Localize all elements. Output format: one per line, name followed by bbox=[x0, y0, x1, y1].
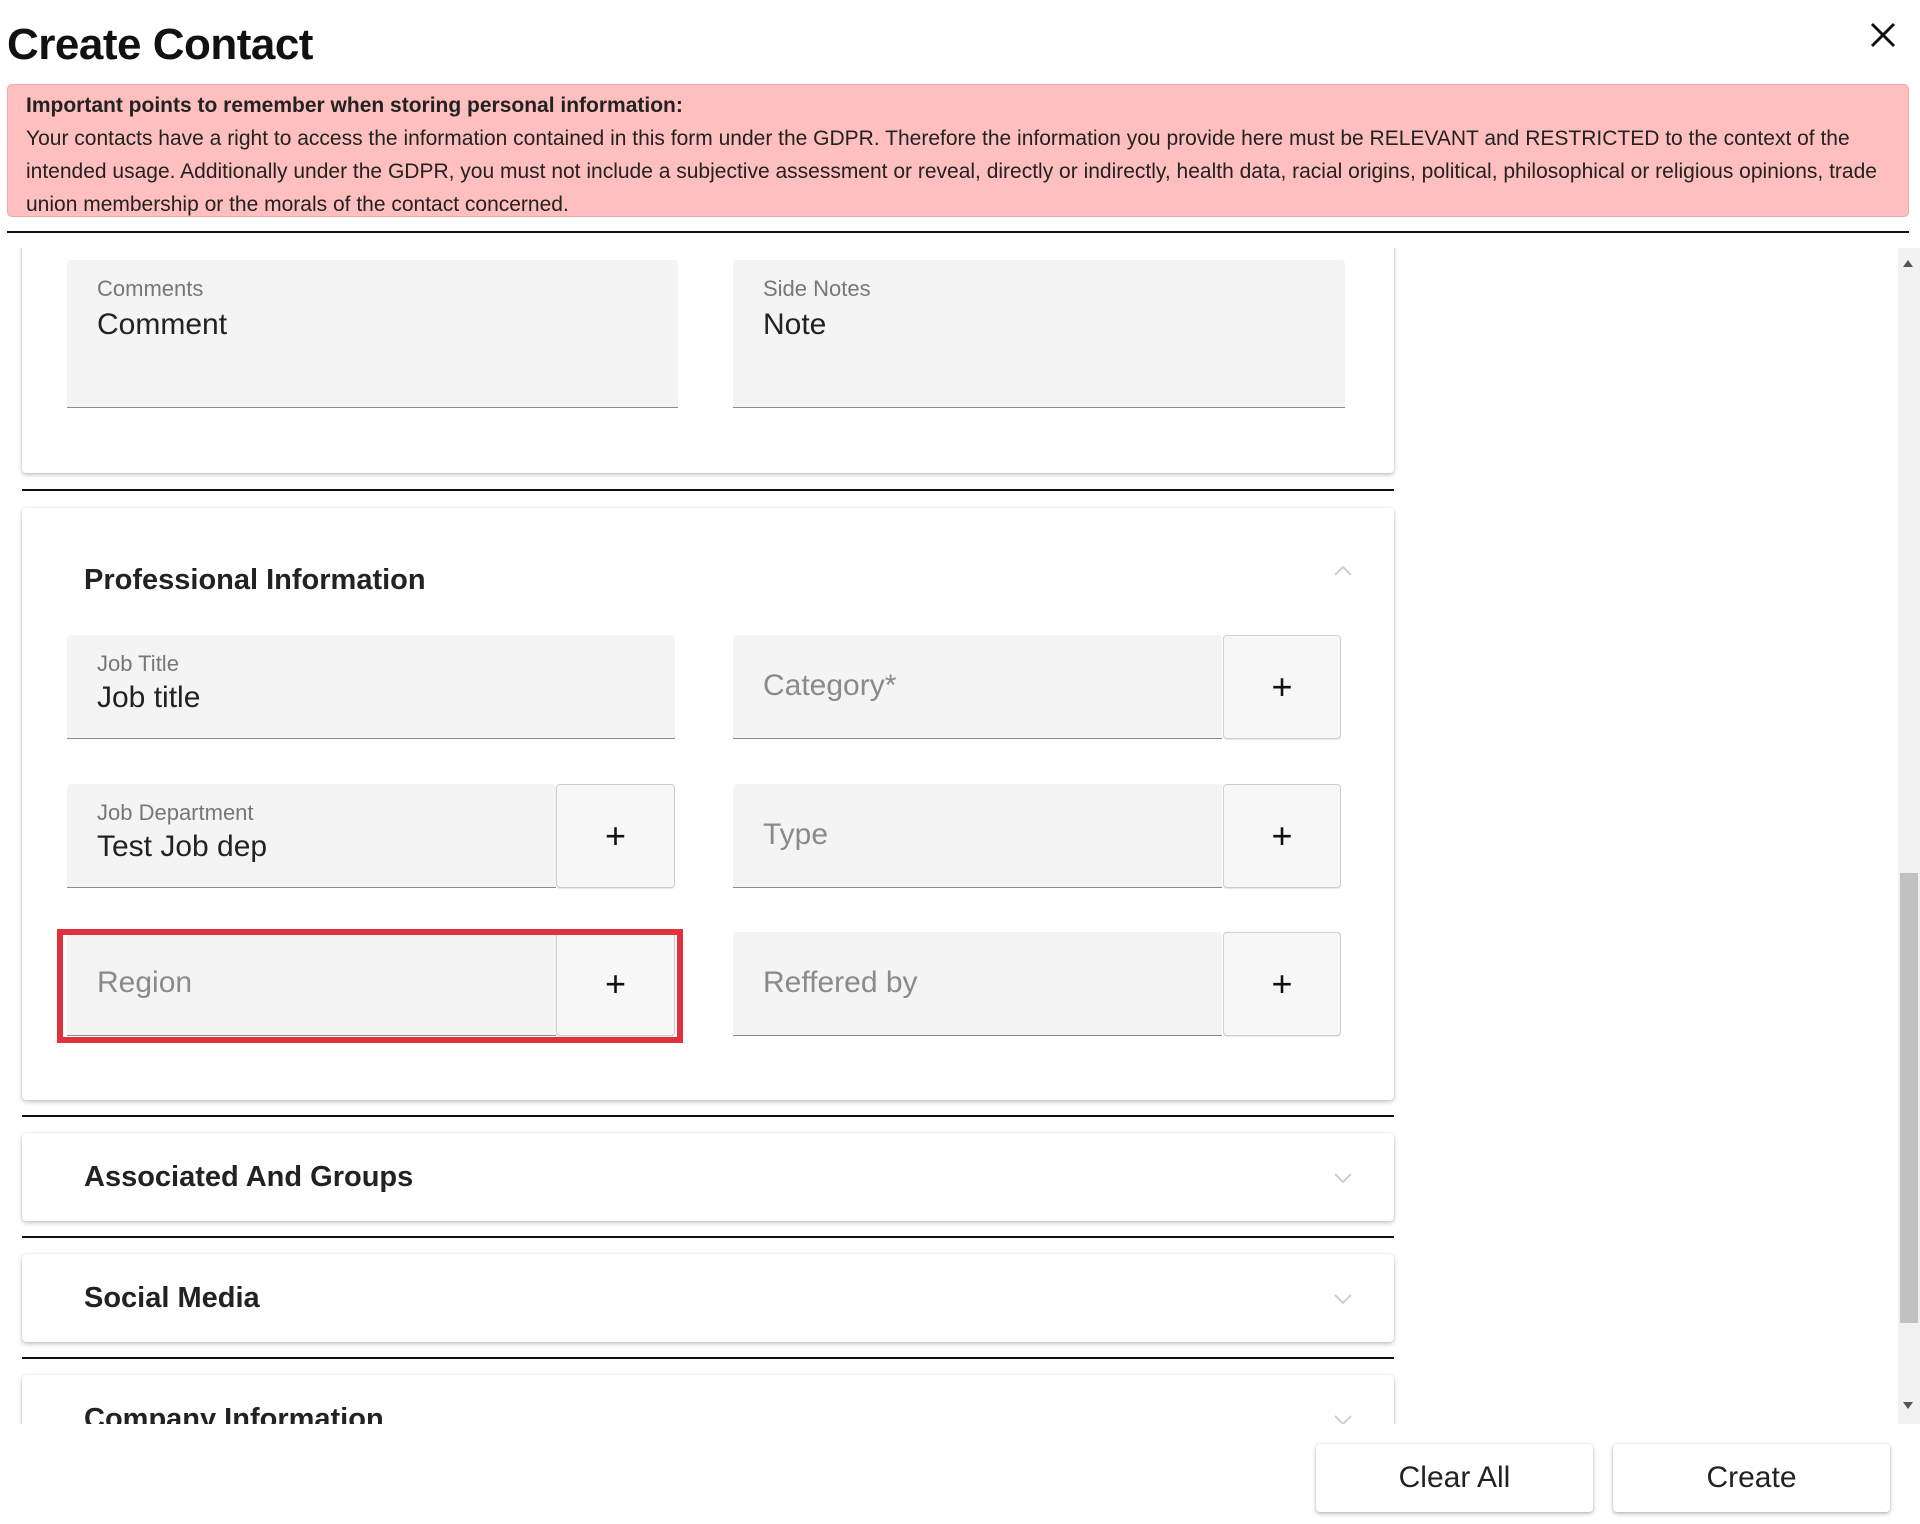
professional-info-title[interactable]: Professional Information bbox=[84, 564, 426, 597]
associated-groups-title[interactable]: Associated And Groups bbox=[84, 1161, 413, 1194]
category-placeholder: Category* bbox=[763, 669, 897, 702]
create-button[interactable]: Create bbox=[1613, 1444, 1890, 1512]
company-info-card[interactable]: Company Information bbox=[22, 1375, 1394, 1424]
job-department-field[interactable]: Job Department Test Job dep bbox=[67, 784, 556, 888]
chevron-down-icon[interactable] bbox=[1330, 1407, 1356, 1424]
section-divider bbox=[22, 1236, 1394, 1238]
job-title-value: Job title bbox=[97, 681, 201, 714]
job-title-field[interactable]: Job Title Job title bbox=[67, 635, 675, 739]
job-department-value: Test Job dep bbox=[97, 830, 268, 863]
section-divider bbox=[22, 1115, 1394, 1117]
add-referred-by-button[interactable]: + bbox=[1223, 932, 1341, 1036]
chevron-up-icon[interactable] bbox=[1330, 558, 1356, 584]
side-notes-value: Note bbox=[763, 308, 827, 341]
section-divider bbox=[22, 489, 1394, 491]
region-field[interactable]: Region bbox=[67, 932, 556, 1036]
chevron-down-icon[interactable] bbox=[1330, 1286, 1356, 1312]
scroll-up-arrow-icon[interactable] bbox=[1903, 260, 1913, 267]
scrollbar-thumb[interactable] bbox=[1900, 873, 1918, 1323]
section-divider bbox=[22, 1357, 1394, 1359]
job-department-label: Job Department bbox=[97, 800, 254, 825]
comments-label: Comments bbox=[97, 276, 204, 301]
associated-groups-card[interactable]: Associated And Groups bbox=[22, 1133, 1394, 1221]
side-notes-field[interactable]: Side Notes Note bbox=[733, 260, 1345, 408]
professional-info-card: Professional Information Job Title Job t… bbox=[22, 508, 1394, 1100]
region-placeholder: Region bbox=[97, 966, 193, 999]
category-field[interactable]: Category* bbox=[733, 635, 1222, 739]
social-media-title[interactable]: Social Media bbox=[84, 1282, 260, 1315]
notes-card: Comments Comment Side Notes Note bbox=[22, 248, 1394, 473]
job-title-label: Job Title bbox=[97, 651, 179, 676]
type-placeholder: Type bbox=[763, 818, 829, 851]
add-job-department-button[interactable]: + bbox=[556, 784, 675, 888]
clear-all-button[interactable]: Clear All bbox=[1316, 1444, 1593, 1512]
gdpr-notice: Important points to remember when storin… bbox=[7, 84, 1909, 217]
referred-by-placeholder: Reffered by bbox=[763, 966, 918, 999]
add-category-button[interactable]: + bbox=[1223, 635, 1341, 739]
add-type-button[interactable]: + bbox=[1223, 784, 1341, 888]
form-scroll-area[interactable]: Comments Comment Side Notes Note Profess… bbox=[0, 248, 1920, 1424]
add-region-button[interactable]: + bbox=[556, 932, 675, 1036]
referred-by-field[interactable]: Reffered by bbox=[733, 932, 1222, 1036]
comments-field[interactable]: Comments Comment bbox=[67, 260, 678, 408]
close-icon bbox=[1870, 22, 1896, 48]
dialog-title: Create Contact bbox=[7, 20, 313, 69]
social-media-card[interactable]: Social Media bbox=[22, 1254, 1394, 1342]
close-button[interactable] bbox=[1862, 14, 1904, 56]
header-divider bbox=[7, 231, 1909, 233]
notice-body: Your contacts have a right to access the… bbox=[26, 127, 1877, 216]
chevron-down-icon[interactable] bbox=[1330, 1165, 1356, 1191]
side-notes-label: Side Notes bbox=[763, 276, 871, 301]
scroll-down-arrow-icon[interactable] bbox=[1903, 1402, 1913, 1409]
comments-value: Comment bbox=[97, 308, 228, 341]
type-field[interactable]: Type bbox=[733, 784, 1222, 888]
notice-heading: Important points to remember when storin… bbox=[26, 94, 683, 117]
company-info-title[interactable]: Company Information bbox=[84, 1403, 384, 1424]
